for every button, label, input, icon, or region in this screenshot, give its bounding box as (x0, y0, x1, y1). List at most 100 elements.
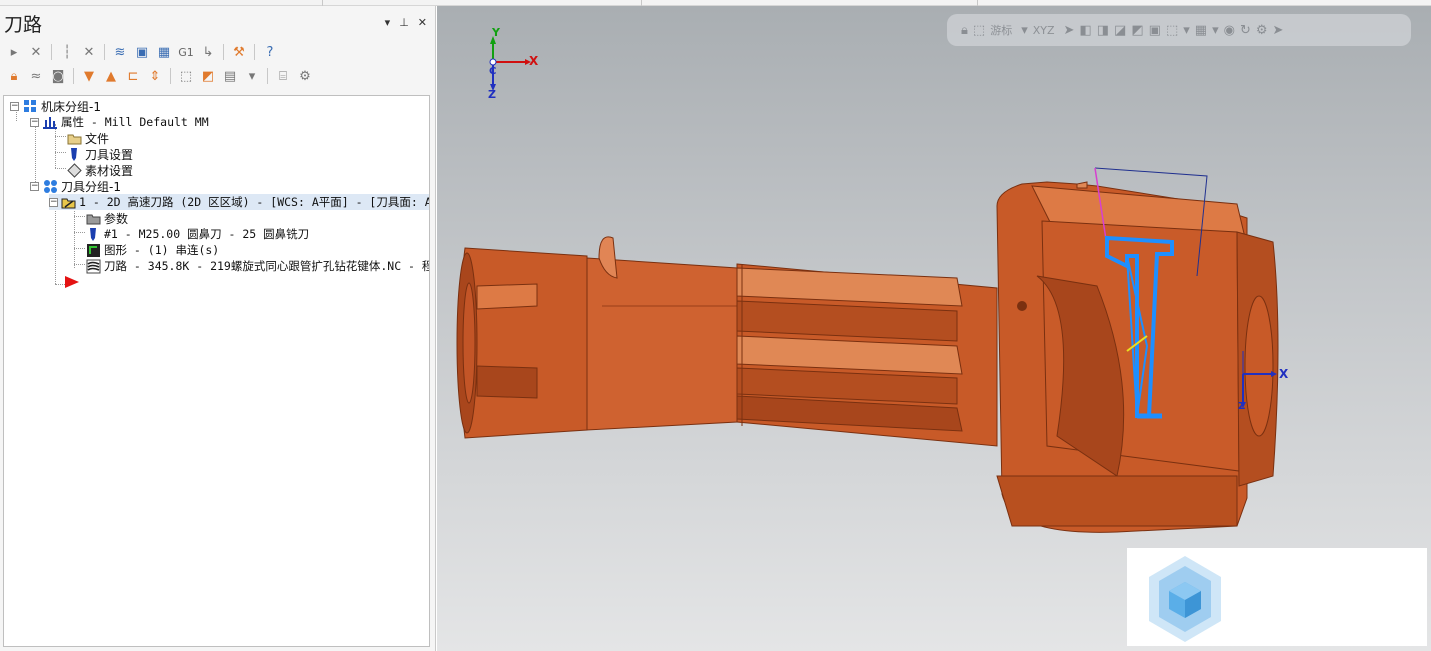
simulate-icon[interactable]: ▦ (154, 42, 174, 62)
view-gnomon (489, 36, 531, 91)
tool-icon (85, 226, 101, 242)
tree-line (55, 168, 66, 169)
toolbar-row-1: ▸ ✕ ┆ ✕ ≋ ▣ ▦ G1 ↳ ⚒ ? (4, 42, 280, 62)
part-gnomon-z-label: Z (1238, 401, 1246, 412)
expand-collapse-icon[interactable]: ⇕ (145, 66, 165, 86)
panel-title: 刀路 (4, 14, 43, 36)
toolbar-separator (170, 68, 171, 84)
stock-model-icon[interactable]: ⌸ (273, 66, 293, 86)
tool-manager-icon[interactable]: ⚒ (229, 42, 249, 62)
collapse-toggle[interactable]: − (30, 181, 39, 191)
watermark-logo-icon (1149, 556, 1221, 642)
backplot-icon[interactable]: ≋ (110, 42, 130, 62)
help-icon[interactable]: ? (260, 42, 280, 62)
toolpath-panel: 刀路 ▾ ⊥ ✕ ▸ ✕ ┆ ✕ ≋ ▣ ▦ G1 ↳ ⚒ ? 🔒︎ ≈ ◙ ▼… (0, 6, 436, 651)
tree-label: 图形 - (1) 串连(s) (104, 243, 220, 257)
parameters-folder-icon (85, 210, 101, 226)
tree-label: 参数 (104, 211, 129, 226)
collapse-toggle[interactable]: − (30, 117, 39, 127)
panel-pin-icon[interactable]: ⊥ (399, 16, 409, 29)
tree-line (74, 248, 85, 249)
tree-item-files[interactable]: 文件 (66, 130, 109, 146)
regen-dirty-icon[interactable]: ✕ (79, 42, 99, 62)
tool-settings-icon (66, 146, 82, 162)
tree-item-stock-settings[interactable]: 素材设置 (66, 162, 133, 178)
toolbar-separator (51, 44, 52, 60)
stock-settings-icon (66, 162, 82, 178)
tree-item-tool-settings[interactable]: 刀具设置 (66, 146, 133, 162)
collapse-toggle[interactable]: − (49, 197, 58, 207)
regen-valid-icon[interactable]: ┆ (57, 42, 77, 62)
panel-controls: ▾ ⊥ ✕ (385, 16, 427, 29)
toolbar-row-2: 🔒︎ ≈ ◙ ▼ ▲ ⊏ ⇕ ⬚ ◩ ▤ ▾ ⌸ ⚙ (4, 66, 315, 86)
tree-label: 机床分组-1 (41, 99, 101, 114)
lock-icon[interactable]: 🔒︎ (4, 66, 24, 86)
tree-item-toolpath-group[interactable]: − 刀具分组-1 (30, 178, 121, 194)
machine-group-icon (22, 98, 38, 114)
settings-icon[interactable]: ⚙ (295, 66, 315, 86)
collapse-toggle[interactable]: − (10, 101, 19, 111)
tree-item-machine-group[interactable]: − 机床分组-1 (10, 98, 101, 114)
highlight-icon[interactable]: ⬚ (176, 66, 196, 86)
tree-line (74, 232, 85, 233)
tree-label: 刀路 - 345.8K - 219螺旋式同心跟管扩孔钻花键体.NC - 程序 (104, 259, 430, 273)
display-options-icon[interactable]: ▤ (220, 66, 240, 86)
tree-label: 文件 (85, 131, 110, 146)
tree-label: 素材设置 (85, 163, 134, 178)
gnomon-c-label: C (489, 66, 497, 77)
tree-label: 刀具设置 (85, 147, 134, 162)
watermark-box (1127, 548, 1427, 646)
gnomon-z-label: Z (488, 88, 496, 101)
move-up-icon[interactable]: ▲ (101, 66, 121, 86)
panel-menu-icon[interactable]: ▾ (385, 16, 391, 29)
tree-item-operation[interactable]: − 1 - 2D 高速刀路 (2D 区区域) - [WCS: A平面] - [刀… (49, 194, 429, 210)
insert-arrow-marker[interactable] (64, 274, 83, 290)
tree-item-geometry[interactable]: 图形 - (1) 串连(s) (85, 242, 219, 258)
toggle-post-icon[interactable]: ◙ (48, 66, 68, 86)
tree-label: 属性 - Mill Default MM (61, 115, 209, 129)
tree-label: #1 - M25.00 圆鼻刀 - 25 圆鼻铣刀 (104, 227, 310, 241)
gnomon-x-label: X (529, 54, 539, 68)
red-insert-arrow-icon (64, 274, 80, 290)
graphics-viewport[interactable]: 🔒︎ ⬚ 游标 ▾ XYZ ➤ ◧ ◨ ◪ ◩ ▣ ⬚ ▾ ▦ ▾ ◉ ↻ ⚙ … (437, 6, 1431, 651)
tree-item-tool[interactable]: #1 - M25.00 圆鼻刀 - 25 圆鼻铣刀 (85, 226, 309, 242)
toolbar-separator (73, 68, 74, 84)
toolbar-separator (223, 44, 224, 60)
insert-arrow-icon[interactable]: ⊏ (123, 66, 143, 86)
operation-folder-icon (61, 194, 76, 210)
tree-label: 刀具分组-1 (61, 179, 121, 194)
dropdown-chevron-icon[interactable]: ▾ (242, 66, 262, 86)
tree-line (55, 124, 56, 168)
toolbar-separator (104, 44, 105, 60)
tree-label: 1 - 2D 高速刀路 (2D 区区域) - [WCS: A平面] - [刀具面… (79, 195, 430, 209)
tree-line (74, 216, 85, 217)
tree-item-toolpath[interactable]: 刀路 - 345.8K - 219螺旋式同心跟管扩孔钻花键体.NC - 程序 (85, 258, 430, 274)
tree-item-parameters[interactable]: 参数 (85, 210, 128, 226)
post-icon[interactable]: ↳ (198, 42, 218, 62)
toolbar-separator (254, 44, 255, 60)
tree-line (55, 152, 66, 153)
tree-line (74, 204, 75, 268)
part-gnomon-x-label: X (1279, 367, 1289, 381)
operation-tree: − 机床分组-1 − 属性 - Mill Default MM 文件 刀具设置 (3, 95, 430, 647)
tree-line (55, 136, 66, 137)
move-down-icon[interactable]: ▼ (79, 66, 99, 86)
toolpath-icon (85, 258, 101, 274)
toolpath-group-icon (42, 178, 58, 194)
tree-line (55, 204, 56, 284)
folder-icon (66, 130, 82, 146)
tree-line (74, 264, 85, 265)
part-shaft (456, 236, 998, 447)
select-all-icon[interactable]: ▸ (4, 42, 24, 62)
show-selected-icon[interactable]: ◩ (198, 66, 218, 86)
properties-icon (42, 114, 58, 130)
gnomon-y-label: Y (492, 26, 500, 39)
toggle-display-icon[interactable]: ≈ (26, 66, 46, 86)
panel-close-icon[interactable]: ✕ (418, 16, 427, 29)
toolbar-separator (267, 68, 268, 84)
g1-post-button[interactable]: G1 (176, 46, 196, 59)
tree-item-properties[interactable]: − 属性 - Mill Default MM (30, 114, 209, 130)
verify-icon[interactable]: ▣ (132, 42, 152, 62)
geometry-icon (85, 242, 101, 258)
deselect-icon[interactable]: ✕ (26, 42, 46, 62)
